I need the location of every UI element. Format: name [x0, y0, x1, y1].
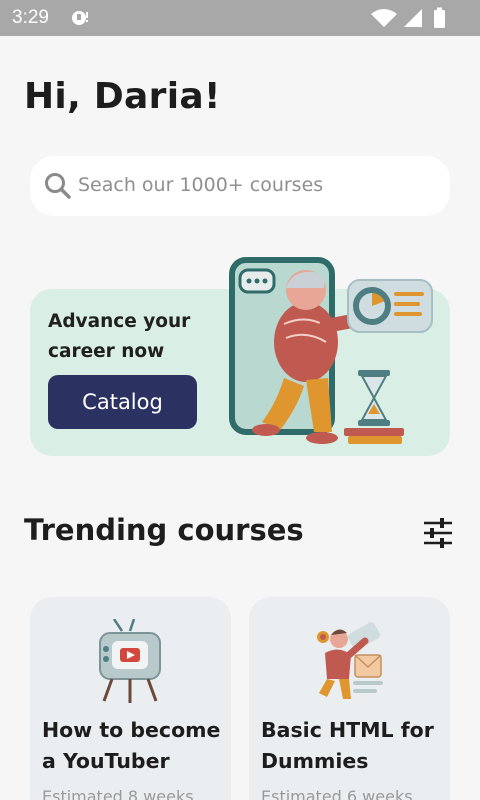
course-title: How to become a YouTuber	[42, 718, 221, 773]
catalog-button[interactable]: Catalog	[48, 375, 197, 429]
greeting-title: Hi, Daria!	[24, 76, 221, 117]
status-time: 3:29	[12, 7, 49, 28]
course-card[interactable]: How to become a YouTuber Estimated 8 wee…	[30, 597, 231, 800]
course-duration: Estimated 6 weeks	[261, 787, 413, 800]
search-icon	[45, 173, 71, 199]
course-title: Basic HTML for Dummies	[261, 718, 434, 773]
coder-icon	[317, 622, 383, 699]
course-card[interactable]: Basic HTML for Dummies Estimated 6 weeks	[249, 597, 450, 800]
filter-icon[interactable]	[422, 517, 454, 549]
search-input[interactable]: Seach our 1000+ courses	[30, 156, 450, 216]
status-bar: 3:29	[0, 0, 480, 36]
learner-illustration	[229, 257, 433, 444]
system-icons	[371, 7, 445, 28]
battery-icon	[434, 10, 445, 28]
banner-headline: Advance your career now	[48, 311, 191, 362]
notification-icon	[72, 11, 88, 25]
tv-icon	[99, 619, 161, 703]
signal-icon	[404, 9, 422, 27]
search-placeholder: Seach our 1000+ courses	[78, 174, 324, 196]
course-duration: Estimated 8 weeks	[42, 787, 194, 800]
trending-title: Trending courses	[24, 513, 304, 547]
wifi-icon	[371, 9, 397, 27]
